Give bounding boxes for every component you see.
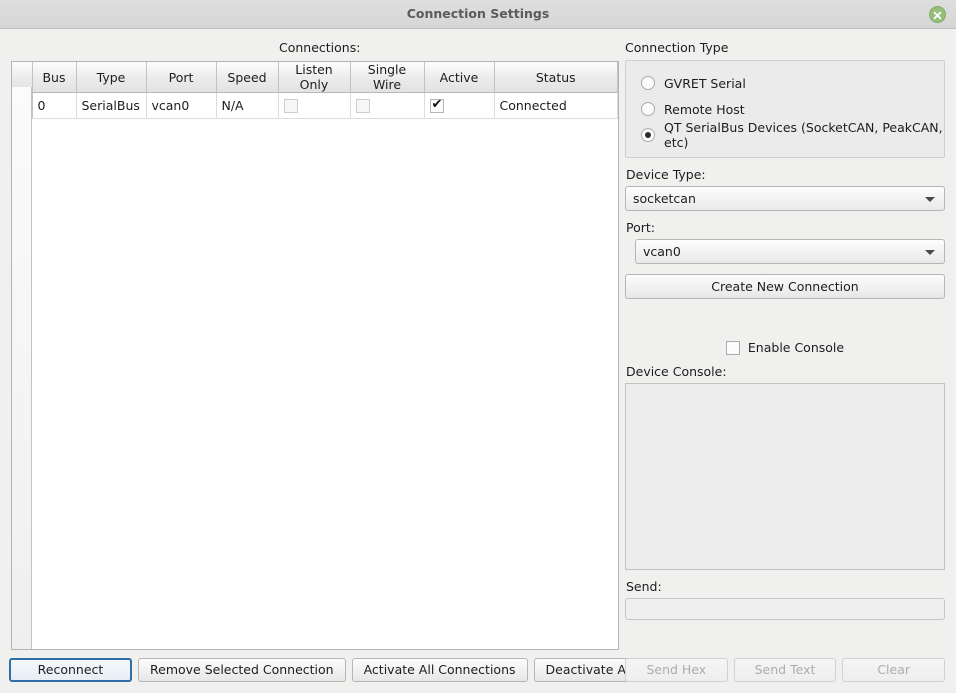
activate-all-connections-button[interactable]: Activate All Connections xyxy=(351,658,528,682)
clear-button[interactable]: Clear xyxy=(842,658,946,682)
cell-listen-only[interactable] xyxy=(278,92,351,119)
cell-active[interactable]: ✔ xyxy=(424,92,495,119)
column-header-bus[interactable]: Bus xyxy=(32,62,77,93)
column-header-active[interactable]: Active xyxy=(424,62,495,93)
remove-selected-connection-button[interactable]: Remove Selected Connection xyxy=(138,658,346,682)
device-type-value: socketcan xyxy=(633,191,696,206)
column-header-port[interactable]: Port xyxy=(146,62,217,93)
column-header-type[interactable]: Type xyxy=(76,62,147,93)
send-text-button[interactable]: Send Text xyxy=(733,658,837,682)
device-type-label: Device Type: xyxy=(626,167,706,182)
cell-status: Connected xyxy=(494,92,618,119)
send-label: Send: xyxy=(626,579,662,594)
chevron-down-icon xyxy=(925,249,935,255)
connection-type-group: GVRET Serial Remote Host QT SerialBus De… xyxy=(625,60,945,158)
reconnect-button[interactable]: Reconnect xyxy=(9,658,132,682)
send-actions-toolbar: Send Hex Send Text Clear xyxy=(625,658,946,682)
active-checkbox[interactable]: ✔ xyxy=(429,97,444,114)
radio-remote-host-label: Remote Host xyxy=(664,101,745,117)
table-row[interactable]: 1 0 SerialBus vcan0 N/A ✔ Connected xyxy=(12,92,618,119)
port-value: vcan0 xyxy=(643,244,681,259)
radio-icon xyxy=(641,76,655,90)
radio-qt-serialbus-devices-label: QT SerialBus Devices (SocketCAN, PeakCAN… xyxy=(664,120,943,150)
cell-speed: N/A xyxy=(216,92,279,119)
table-header-row: Bus Type Port Speed Listen Only Single W… xyxy=(12,62,618,93)
window-title: Connection Settings xyxy=(406,6,550,21)
enable-console-label: Enable Console xyxy=(747,340,845,355)
column-header-single-wire[interactable]: Single Wire xyxy=(350,62,425,93)
create-new-connection-button[interactable]: Create New Connection xyxy=(625,274,945,299)
connection-type-label: Connection Type xyxy=(625,40,729,55)
table-row-gutter xyxy=(12,87,32,649)
device-type-select[interactable]: socketcan xyxy=(625,186,945,211)
connection-settings-panel: Connection Type GVRET Serial Remote Host… xyxy=(625,40,945,620)
column-header-speed[interactable]: Speed xyxy=(216,62,279,93)
connections-label: Connections: xyxy=(279,40,361,55)
checkmark-icon: ✔ xyxy=(431,97,443,113)
title-bar: Connection Settings xyxy=(0,0,956,29)
radio-gvret-serial[interactable]: GVRET Serial xyxy=(626,70,944,96)
enable-console-row[interactable]: Enable Console xyxy=(625,340,945,355)
chevron-down-icon xyxy=(925,196,935,202)
cell-single-wire[interactable] xyxy=(350,92,425,119)
listen-only-checkbox[interactable] xyxy=(283,99,298,114)
device-console-label: Device Console: xyxy=(626,364,727,379)
radio-selected-icon xyxy=(641,128,655,142)
connections-table[interactable]: Bus Type Port Speed Listen Only Single W… xyxy=(11,61,619,650)
column-header-status[interactable]: Status xyxy=(494,62,618,93)
radio-icon xyxy=(641,102,655,116)
device-console-textarea[interactable] xyxy=(625,383,945,570)
column-header-listen-only[interactable]: Listen Only xyxy=(278,62,351,93)
connections-table-grid: Bus Type Port Speed Listen Only Single W… xyxy=(12,62,618,119)
port-select[interactable]: vcan0 xyxy=(635,239,945,264)
send-input[interactable] xyxy=(625,598,945,620)
connection-actions-toolbar: Reconnect Remove Selected Connection Act… xyxy=(9,658,727,682)
cell-bus: 0 xyxy=(32,92,77,119)
close-icon xyxy=(933,11,942,20)
enable-console-checkbox[interactable] xyxy=(725,340,740,355)
cell-port: vcan0 xyxy=(146,92,217,119)
radio-qt-serialbus-devices[interactable]: QT SerialBus Devices (SocketCAN, PeakCAN… xyxy=(626,120,944,150)
send-hex-button[interactable]: Send Hex xyxy=(625,658,728,682)
radio-gvret-serial-label: GVRET Serial xyxy=(664,75,746,91)
close-button[interactable] xyxy=(929,6,946,23)
single-wire-checkbox[interactable] xyxy=(355,99,370,114)
radio-remote-host[interactable]: Remote Host xyxy=(626,96,944,122)
port-label: Port: xyxy=(626,220,655,235)
cell-type: SerialBus xyxy=(76,92,147,119)
